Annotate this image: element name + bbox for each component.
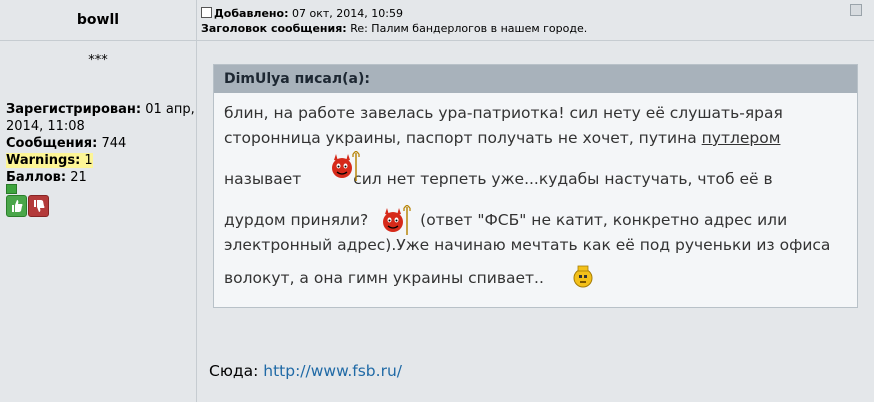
quote-line-4: дурдом приняли? (ответ "ФСБ" не катит, к…: [224, 208, 854, 233]
quote-line-2a: сторонница украины, паспорт получать не …: [224, 129, 702, 147]
subject-label: Заголовок сообщения:: [201, 22, 347, 35]
post-options-button[interactable]: [850, 4, 862, 16]
reply-prefix: Сюда:: [209, 362, 259, 380]
devil-smiley-icon: [332, 151, 360, 181]
messages-label: Сообщения:: [6, 136, 98, 151]
reputation-bar: [6, 184, 17, 194]
author-rank: ***: [88, 53, 108, 68]
added-value: 07 окт, 2014, 10:59: [292, 7, 403, 20]
warnings-label: Warnings:: [6, 153, 81, 168]
quote-text: блин, на работе завелась ура-патриотка! …: [224, 101, 854, 291]
subject-value: Re: Палим бандерлогов в нашем городе.: [350, 22, 588, 35]
reply-text: Сюда: http://www.fsb.ru/: [209, 362, 402, 380]
quote-line-3: называет сил нет терпеть уже...кудабы на…: [224, 167, 854, 192]
quote-line-5: электронный адрес).Уже начинаю мечтать к…: [224, 236, 831, 254]
devil-smiley-icon: [383, 205, 411, 235]
post-subject: Заголовок сообщения: Re: Палим бандерлог…: [201, 22, 587, 35]
quote-line-6: волокут, а она гимн украины спивает..: [224, 269, 544, 287]
quote-author: DimUlya писал(а):: [214, 65, 857, 93]
thumbs-up-button[interactable]: [6, 195, 27, 217]
thumbs-down-button[interactable]: [28, 195, 49, 217]
quote-line-4b: (ответ "ФСБ" не катит, конкретно адрес и…: [420, 211, 788, 229]
quote-line-1: блин, на работе завелась ура-патриотка! …: [224, 104, 783, 122]
points-label: Баллов:: [6, 170, 67, 185]
putler-link[interactable]: путлером: [702, 129, 781, 147]
quote-block: DimUlya писал(а): блин, на работе завела…: [213, 64, 858, 308]
quote-line-2: сторонница украины, паспорт получать не …: [224, 126, 854, 151]
thumbs-up-icon: [12, 200, 23, 212]
warnings-value: 1: [84, 153, 93, 168]
author-name[interactable]: bowll: [0, 0, 196, 41]
author-panel: bowll *** Зарегистрирован: 01 апр, 2014,…: [0, 0, 197, 402]
post-header: Добавлено: 07 окт, 2014, 10:59 Заголовок…: [197, 0, 874, 41]
registered-label: Зарегистрирован:: [6, 102, 142, 117]
messages-value: 744: [101, 136, 127, 151]
thumbs-down-icon: [34, 200, 45, 212]
post-added: Добавлено: 07 окт, 2014, 10:59: [201, 7, 403, 20]
quote-line-4a: дурдом приняли?: [224, 211, 369, 229]
crowned-smiley-icon: [573, 265, 593, 288]
post-panel: Добавлено: 07 окт, 2014, 10:59 Заголовок…: [197, 0, 874, 402]
post-icon: [201, 7, 212, 18]
quote-line-3a: называет: [224, 170, 302, 188]
user-info: Зарегистрирован: 01 апр, 2014, 11:08 Соо…: [6, 101, 196, 186]
points-value: 21: [70, 170, 87, 185]
warnings-badge: Warnings: 1: [6, 153, 93, 168]
quote-line-3b: сил нет терпеть уже...кудабы настучать, …: [353, 170, 773, 188]
added-label: Добавлено:: [214, 7, 289, 20]
fsb-link[interactable]: http://www.fsb.ru/: [263, 362, 402, 380]
